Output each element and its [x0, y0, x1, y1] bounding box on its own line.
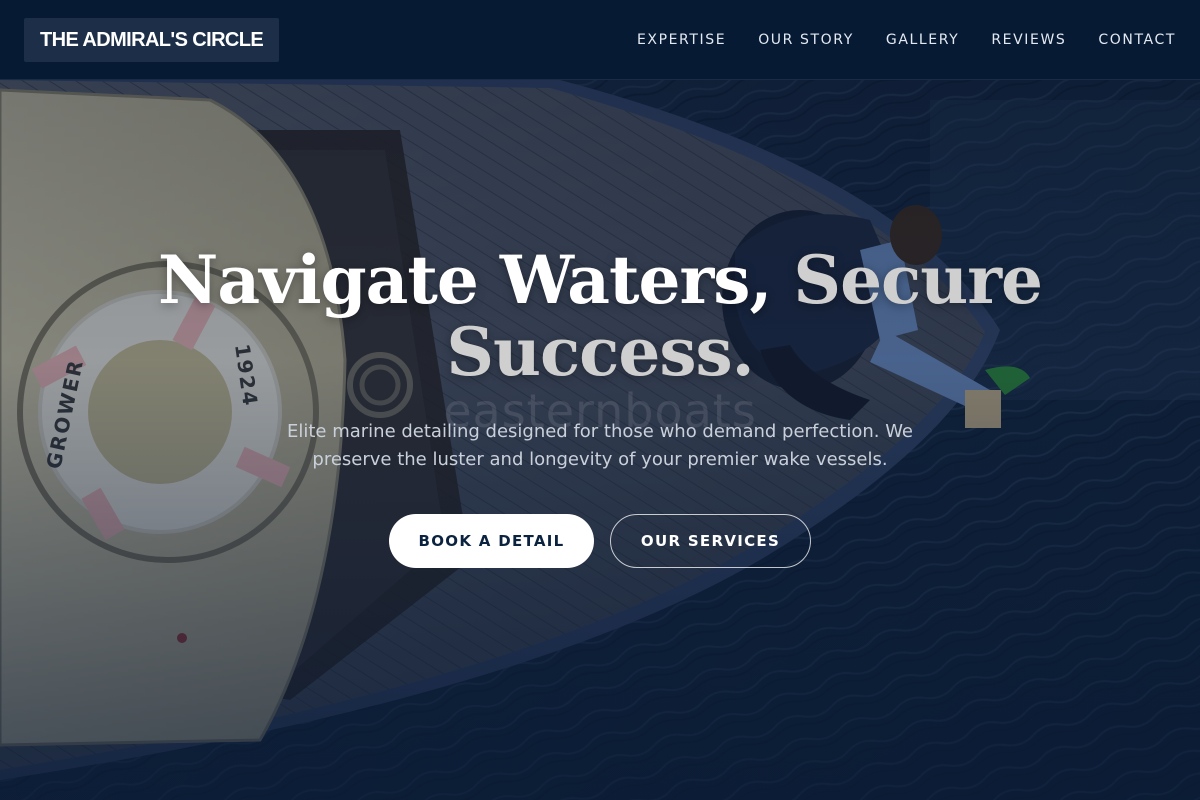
nav-link-our-story[interactable]: OUR STORY — [758, 32, 854, 48]
top-navbar: THE ADMIRAL'S CIRCLE EXPERTISE OUR STORY… — [0, 0, 1200, 80]
nav-item-our-story: OUR STORY — [758, 31, 854, 49]
nav-item-reviews: REVIEWS — [991, 31, 1066, 49]
book-a-detail-button[interactable]: BOOK A DETAIL — [389, 514, 594, 568]
brand-logo[interactable]: THE ADMIRAL'S CIRCLE — [24, 18, 280, 62]
nav-item-gallery: GALLERY — [886, 31, 959, 49]
hero-subtitle: Elite marine detailing designed for thos… — [286, 421, 914, 470]
nav-link-expertise[interactable]: EXPERTISE — [637, 32, 726, 48]
hero-headline: Navigate Waters, Secure Success. — [150, 244, 1050, 388]
nav-item-expertise: EXPERTISE — [637, 31, 726, 49]
nav-link-contact[interactable]: CONTACT — [1098, 32, 1176, 48]
nav-link-reviews[interactable]: REVIEWS — [991, 32, 1066, 48]
nav-link-gallery[interactable]: GALLERY — [886, 32, 959, 48]
hero-cta-group: BOOK A DETAIL OUR SERVICES — [150, 514, 1050, 568]
our-services-button[interactable]: OUR SERVICES — [610, 514, 811, 568]
hero-headline-main: Navigate Waters, — [158, 241, 794, 319]
hero-content: Navigate Waters, Secure Success. Elite m… — [150, 244, 1050, 568]
nav-item-contact: CONTACT — [1098, 31, 1176, 49]
primary-nav: EXPERTISE OUR STORY GALLERY REVIEWS CONT… — [637, 0, 1176, 80]
